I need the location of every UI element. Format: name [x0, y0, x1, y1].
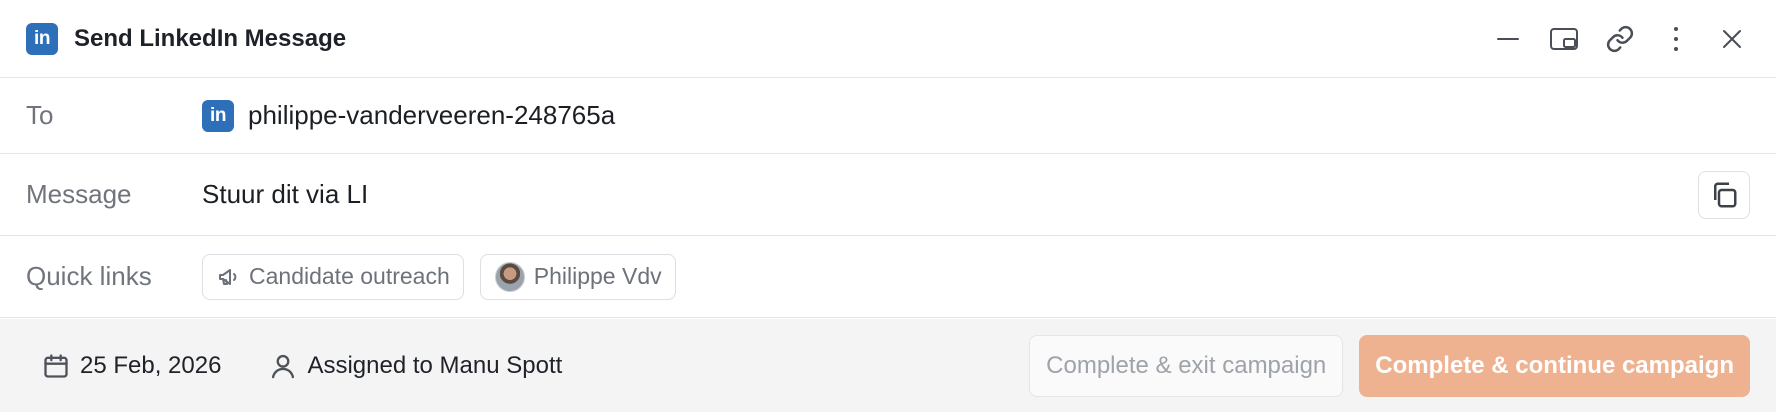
- calendar-icon: [44, 353, 68, 378]
- panel-header: in Send LinkedIn Message: [0, 0, 1776, 78]
- copy-link-button[interactable]: [1602, 21, 1638, 57]
- linkedin-icon: in: [202, 99, 234, 132]
- user-icon: [272, 354, 295, 378]
- quick-links-row: Quick links Candidate outreach Philippe …: [0, 236, 1776, 318]
- quick-links-label: Quick links: [26, 261, 152, 291]
- due-date: 25 Feb, 2026: [42, 352, 221, 380]
- close-button[interactable]: [1714, 21, 1750, 57]
- linkedin-icon: in: [26, 22, 58, 55]
- to-value: in philippe-vanderveeren-248765a: [202, 99, 616, 132]
- copy-message-button[interactable]: [1698, 170, 1750, 219]
- minimize-button[interactable]: [1490, 21, 1526, 57]
- due-date-text: 25 Feb, 2026: [80, 351, 222, 379]
- more-vertical-icon: [1674, 26, 1678, 51]
- quick-link-label: Candidate outreach: [249, 263, 450, 289]
- message-label: Message: [26, 179, 132, 209]
- megaphone-icon: [219, 268, 237, 285]
- link-icon: [1606, 25, 1634, 52]
- minimize-icon: [1497, 37, 1519, 40]
- header-actions: [1490, 21, 1750, 57]
- close-icon: [1723, 29, 1741, 48]
- quick-link-candidate-outreach[interactable]: Candidate outreach: [202, 253, 464, 300]
- assignee: Assigned to Manu Spott: [269, 352, 562, 380]
- picture-in-picture-icon: [1550, 27, 1578, 50]
- message-text[interactable]: Stuur dit via LI: [202, 179, 368, 210]
- quick-link-philippe-vdv[interactable]: Philippe Vdv: [479, 253, 676, 300]
- to-label: To: [26, 100, 54, 130]
- complete-continue-campaign-button[interactable]: Complete & continue campaign: [1359, 334, 1750, 397]
- message-row: Message Stuur dit via LI: [0, 154, 1776, 236]
- panel-title: Send LinkedIn Message: [74, 24, 347, 52]
- picture-in-picture-button[interactable]: [1546, 21, 1582, 57]
- footer-actions: Complete & exit campaign Complete & cont…: [1029, 334, 1750, 397]
- quick-link-label: Philippe Vdv: [533, 263, 662, 289]
- panel-footer: 25 Feb, 2026 Assigned to Manu Spott Comp…: [0, 319, 1776, 412]
- avatar: [494, 261, 525, 292]
- more-options-button[interactable]: [1658, 21, 1694, 57]
- recipient-profile: philippe-vanderveeren-248765a: [248, 100, 616, 130]
- send-linkedin-message-panel: in Send LinkedIn Message To in philippe-…: [0, 0, 1776, 412]
- complete-exit-campaign-button[interactable]: Complete & exit campaign: [1029, 334, 1344, 397]
- to-row: To in philippe-vanderveeren-248765a: [0, 78, 1776, 154]
- copy-icon: [1714, 182, 1737, 207]
- assignee-text: Assigned to Manu Spott: [307, 351, 563, 379]
